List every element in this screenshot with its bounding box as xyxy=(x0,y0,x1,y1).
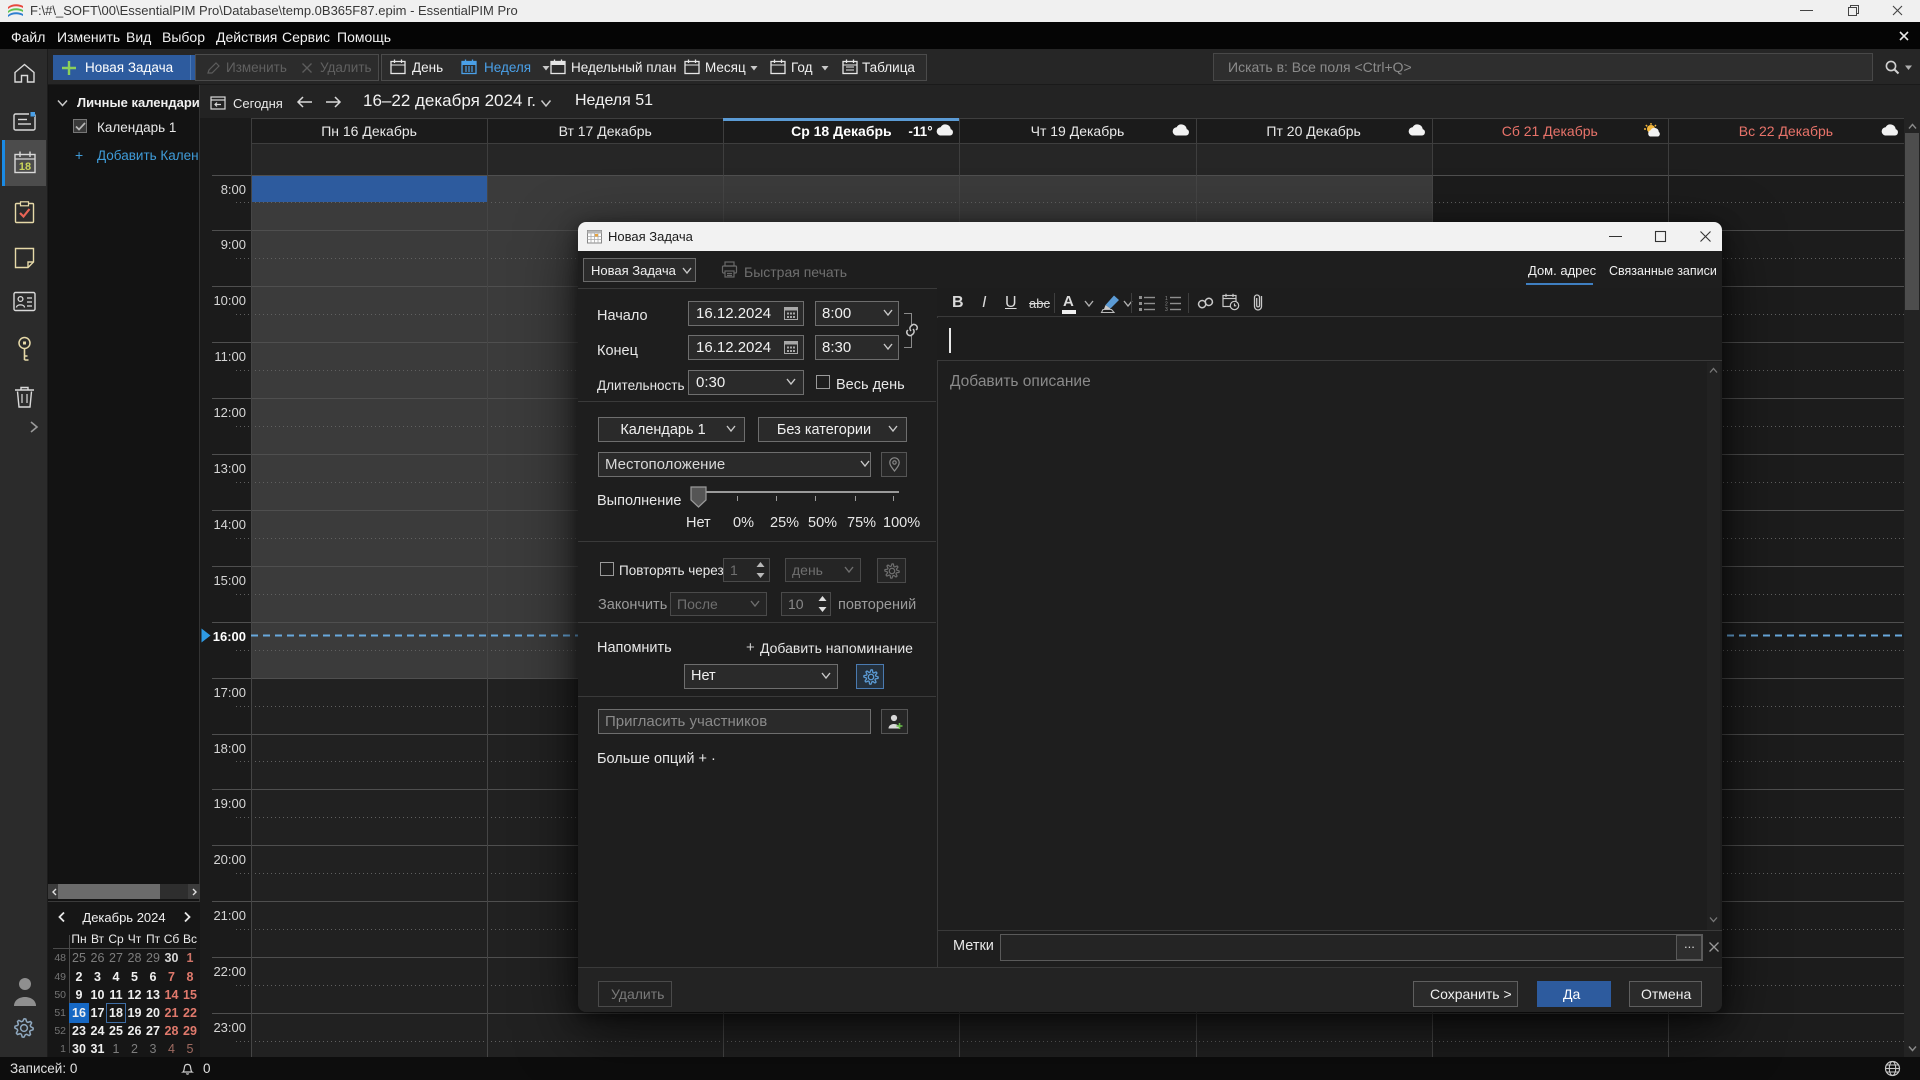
svg-text:3: 3 xyxy=(1165,307,1168,311)
svg-text:18: 18 xyxy=(19,161,31,173)
